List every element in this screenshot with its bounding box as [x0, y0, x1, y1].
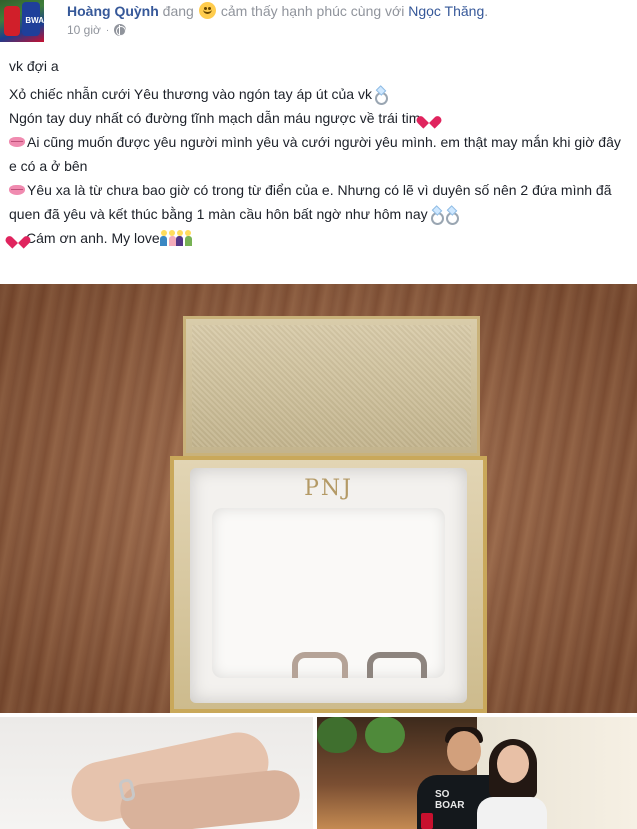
smile-icon	[198, 2, 216, 19]
post-line: Xỏ chiếc nhẫn cưới Yêu thương vào ngón t…	[9, 82, 629, 106]
post-line: vk đợi a	[9, 58, 59, 74]
lips-icon	[9, 185, 25, 195]
post-line-text: Ai cũng muốn được yêu người mình yêu và …	[9, 134, 621, 174]
post-line: Cám ơn anh. My love	[9, 226, 629, 250]
plant	[317, 717, 357, 753]
wedding-ring	[367, 652, 427, 678]
person-face	[497, 745, 529, 783]
ring-icon	[444, 207, 459, 225]
shirt-print-line: SO	[435, 789, 450, 800]
ring-icon	[429, 207, 444, 225]
heart-icon	[10, 231, 26, 245]
globe-icon[interactable]	[114, 24, 127, 36]
person-face	[447, 731, 481, 771]
post-line-text: Ngón tay duy nhất có đường tĩnh mạch dẫn…	[9, 110, 421, 126]
post-line: Ai cũng muốn được yêu người mình yêu và …	[9, 130, 629, 178]
post-line: Ngón tay duy nhất có đường tĩnh mạch dẫn…	[9, 106, 629, 130]
post-title-line: Hoàng Quỳnh đang cảm thấy hạnh phúc cùng …	[67, 2, 488, 20]
person	[477, 797, 547, 829]
shirt-print: SO BOAR	[435, 789, 464, 811]
ring-box-interior: PNJ	[190, 468, 467, 703]
wedding-ring	[292, 652, 348, 678]
shirt-print-line: BOAR	[435, 800, 465, 811]
couple-icon	[159, 230, 176, 246]
brand-logo: PNJ	[304, 476, 353, 501]
couple-icon	[175, 230, 192, 246]
period: .	[484, 3, 489, 19]
ring-box-lid	[183, 316, 480, 456]
hands-photo[interactable]	[0, 717, 313, 829]
ring-box: PNJ	[170, 456, 487, 713]
drink-can	[421, 813, 433, 829]
avatar-figure	[4, 6, 20, 36]
feeling-prefix: đang	[162, 3, 194, 19]
post-body: vk đợi a Xỏ chiếc nhẫn cưới Yêu thương v…	[9, 54, 629, 250]
couple-photo[interactable]: SO BOAR	[317, 717, 637, 829]
feeling-text: cảm thấy hạnh phúc cùng với	[220, 3, 405, 19]
meta-separator: ·	[105, 24, 110, 36]
ring-icon	[373, 87, 388, 105]
ring-box-photo[interactable]: PNJ	[0, 284, 637, 713]
author-name[interactable]: Hoàng Quỳnh	[67, 3, 159, 19]
post-header: BWA Hoàng Quỳnh đang cảm thấy hạnh phúc c…	[0, 0, 637, 46]
post-meta: 10 giờ ·	[67, 23, 127, 37]
plant	[365, 717, 405, 753]
post-timestamp[interactable]: 10 giờ	[67, 23, 101, 37]
ring-cushion	[212, 508, 445, 678]
lips-icon	[9, 137, 25, 147]
author-avatar[interactable]: BWA	[0, 0, 44, 42]
post-line: Yêu xa là từ chưa bao giờ có trong từ đi…	[9, 178, 629, 226]
tagged-person[interactable]: Ngọc Thăng	[408, 3, 484, 19]
post-line-text: Xỏ chiếc nhẫn cưới Yêu thương vào ngón t…	[9, 86, 372, 102]
heart-icon	[421, 111, 437, 125]
post-line-text: Cám ơn anh. My love	[26, 230, 160, 246]
post-line-text: Yêu xa là từ chưa bao giờ có trong từ đi…	[9, 182, 612, 222]
avatar-tag: BWA	[25, 16, 44, 25]
